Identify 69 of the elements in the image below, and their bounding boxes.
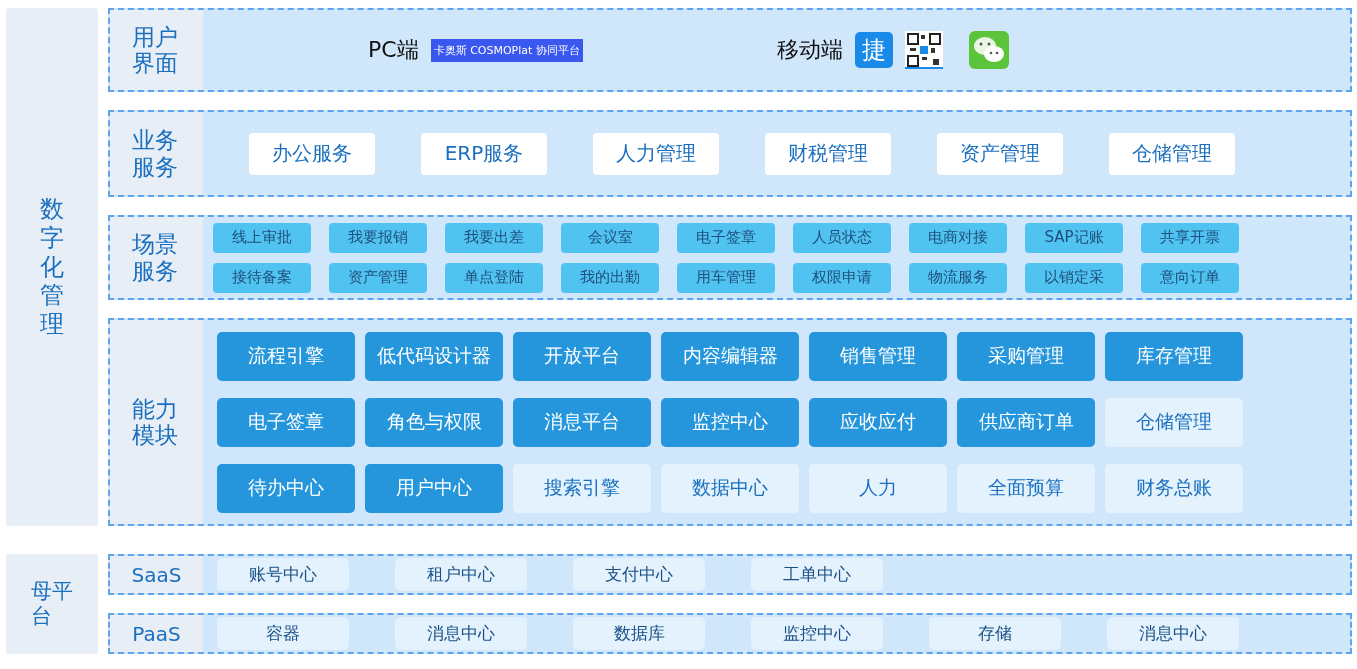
- module-box: 应收应付: [809, 397, 947, 447]
- scenario-chip: 物流服务: [909, 262, 1007, 293]
- platform-box: 租户中心: [395, 558, 527, 591]
- module-box: 开放平台: [513, 331, 651, 381]
- service-box: 财税管理: [765, 132, 891, 175]
- platform-box: 账号中心: [217, 558, 349, 591]
- scenario-chip: 我的出勤: [561, 262, 659, 293]
- module-box: 待办中心: [217, 463, 355, 513]
- scenario-chip: 电子签章: [677, 222, 775, 253]
- chat-bubbles-icon: [968, 31, 1009, 69]
- module-box: 采购管理: [957, 331, 1095, 381]
- section-title: 数字化管理: [40, 195, 64, 339]
- layer-label: 场景服务: [132, 231, 180, 284]
- module-box: 角色与权限: [365, 397, 503, 447]
- scenario-chip: 以销定采: [1025, 262, 1123, 293]
- module-box: 库存管理: [1105, 331, 1243, 381]
- module-box: 内容编辑器: [661, 331, 799, 381]
- platform-box: 存储: [929, 617, 1061, 650]
- scenario-chip: 资产管理: [329, 262, 427, 293]
- scenario-chip: 会议室: [561, 222, 659, 253]
- scenario-chip: 共享开票: [1141, 222, 1239, 253]
- scenario-chip: 权限申请: [793, 262, 891, 293]
- scenario-chip: 人员状态: [793, 222, 891, 253]
- module-box: 用户中心: [365, 463, 503, 513]
- module-box: 消息平台: [513, 397, 651, 447]
- scenario-chip: 意向订单: [1141, 262, 1239, 293]
- scenario-chip: 单点登陆: [445, 262, 543, 293]
- platform-box: 监控中心: [751, 617, 883, 650]
- platform-box: 工单中心: [751, 558, 883, 591]
- scenario-chip: 电商对接: [909, 222, 1007, 253]
- module-box: 供应商订单: [957, 397, 1095, 447]
- section-title: 母平台: [31, 578, 73, 630]
- module-box: 财务总账: [1105, 463, 1243, 513]
- pc-label: PC端: [368, 36, 419, 64]
- app-icon: 捷: [854, 32, 893, 68]
- service-box: 仓储管理: [1109, 132, 1235, 175]
- service-box: 资产管理: [937, 132, 1063, 175]
- module-box: 数据中心: [661, 463, 799, 513]
- scenario-chip: 接待备案: [213, 262, 311, 293]
- platform-box: 数据库: [573, 617, 705, 650]
- scenario-chip: 我要报销: [329, 222, 427, 253]
- platform-box: 支付中心: [573, 558, 705, 591]
- module-box: 电子签章: [217, 397, 355, 447]
- module-box: 搜索引擎: [513, 463, 651, 513]
- layer-label: 用户界面: [132, 23, 180, 77]
- platform-logo: 卡奥斯 COSMOPlat 协同平台: [430, 38, 583, 62]
- layer-label: 能力模块: [132, 395, 180, 449]
- module-box: 监控中心: [661, 397, 799, 447]
- layer-label: SaaS: [110, 556, 203, 593]
- platform-box: 消息中心: [395, 617, 527, 650]
- platform-box: 消息中心: [1107, 617, 1239, 650]
- mobile-label: 移动端: [776, 36, 843, 64]
- service-box: 办公服务: [249, 132, 375, 175]
- module-box: 全面预算: [957, 463, 1095, 513]
- service-box: 人力管理: [593, 132, 719, 175]
- platform-box: 容器: [217, 617, 349, 650]
- qr-code-icon: [904, 31, 943, 69]
- scenario-chip: 用车管理: [677, 262, 775, 293]
- layer-label: 业务服务: [132, 127, 180, 180]
- module-box: 低代码设计器: [365, 331, 503, 381]
- scenario-chip: SAP记账: [1025, 222, 1123, 253]
- scenario-chip: 线上审批: [213, 222, 311, 253]
- module-box: 销售管理: [809, 331, 947, 381]
- layer-label: PaaS: [110, 615, 203, 652]
- module-box: 流程引擎: [217, 331, 355, 381]
- module-box: 仓储管理: [1105, 397, 1243, 447]
- module-box: 人力: [809, 463, 947, 513]
- service-box: ERP服务: [421, 132, 547, 175]
- scenario-chip: 我要出差: [445, 222, 543, 253]
